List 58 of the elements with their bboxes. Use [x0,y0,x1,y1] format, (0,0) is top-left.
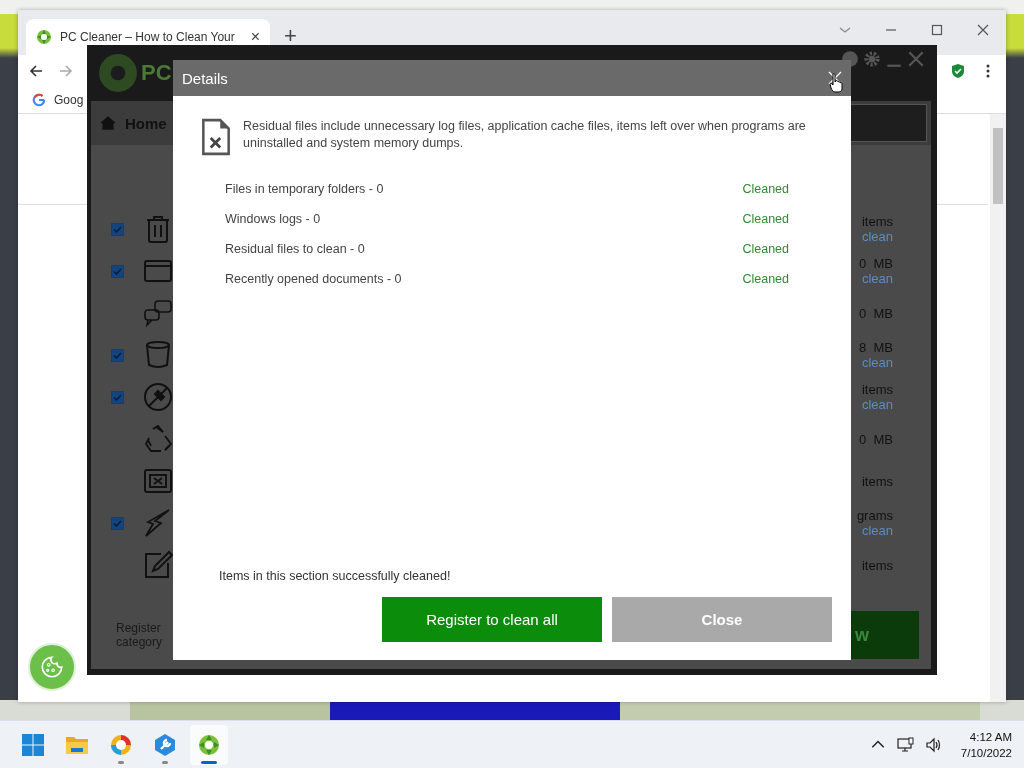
logo-icon [97,52,139,94]
row-value: clean [861,355,893,370]
dialog-title: Details [182,69,228,87]
item-status: Cleaned [742,242,789,256]
checkbox[interactable] [111,222,124,236]
checkbox[interactable] [111,348,124,362]
recycle-icon [143,424,173,454]
row-value: clean [861,523,893,538]
file-delete-icon [201,118,231,156]
description: Residual files include unnecessary log files, application cache files, items left over when programs are uninstalled and system memory dumps. [243,118,807,152]
logo-icon [36,29,52,45]
new-tab-button[interactable]: + [284,23,297,49]
clock[interactable]: 4:12 AM 7/10/2022 [960,729,1012,761]
item-label: Windows logs - 0 [225,212,321,226]
row-value: clean [861,271,893,286]
tab-title: PC Cleaner – How to Clean Your [60,30,236,44]
status-message: Items in this section successfully cleaned! [219,569,452,583]
shield-icon[interactable] [950,63,966,79]
row-value: clean [861,229,893,244]
row-value: grams [856,508,893,523]
item-label: Residual files to clean - 0 [225,242,365,256]
home-icon [99,114,117,132]
volume-icon[interactable] [924,737,943,753]
item-status: Cleaned [742,182,789,196]
maximize-icon[interactable] [930,23,944,37]
forward-icon[interactable] [58,63,74,79]
item-status: Cleaned [742,212,789,226]
g-logo-icon [32,93,46,107]
checkbox[interactable] [111,516,124,530]
x-box-icon [143,466,173,496]
item-label: Files in temporary folders - 0 [225,182,384,196]
start-icon[interactable] [21,733,45,757]
back-icon[interactable] [28,63,44,79]
row-value: 8 MB [859,340,893,355]
logo-text: PC [141,60,172,86]
hand-cursor-icon [829,73,843,93]
checkbox[interactable] [111,264,124,278]
row-value: items [861,473,893,489]
item-status: Cleaned [742,272,789,286]
tab-close-button[interactable]: × [250,28,260,46]
scrollbar[interactable] [990,114,1006,702]
register-button[interactable]: Register to clean all [382,597,602,642]
row-value: items [861,557,893,573]
row-value: items [861,214,893,229]
pencil-icon [143,550,173,580]
row-value: clean [861,397,893,412]
checkbox[interactable] [111,390,124,404]
chat-icon [143,298,173,328]
logo-icon[interactable] [190,725,228,765]
bookmark[interactable]: Goog [32,93,84,107]
row-value: items [861,382,893,397]
item-label: Recently opened documents - 0 [225,272,402,286]
cookie-icon [39,654,65,680]
bucket-icon [143,340,173,370]
no-plug-icon [143,382,173,412]
network-icon[interactable] [896,737,915,753]
settings-icon[interactable] [863,50,881,68]
close-icon[interactable] [976,23,990,37]
